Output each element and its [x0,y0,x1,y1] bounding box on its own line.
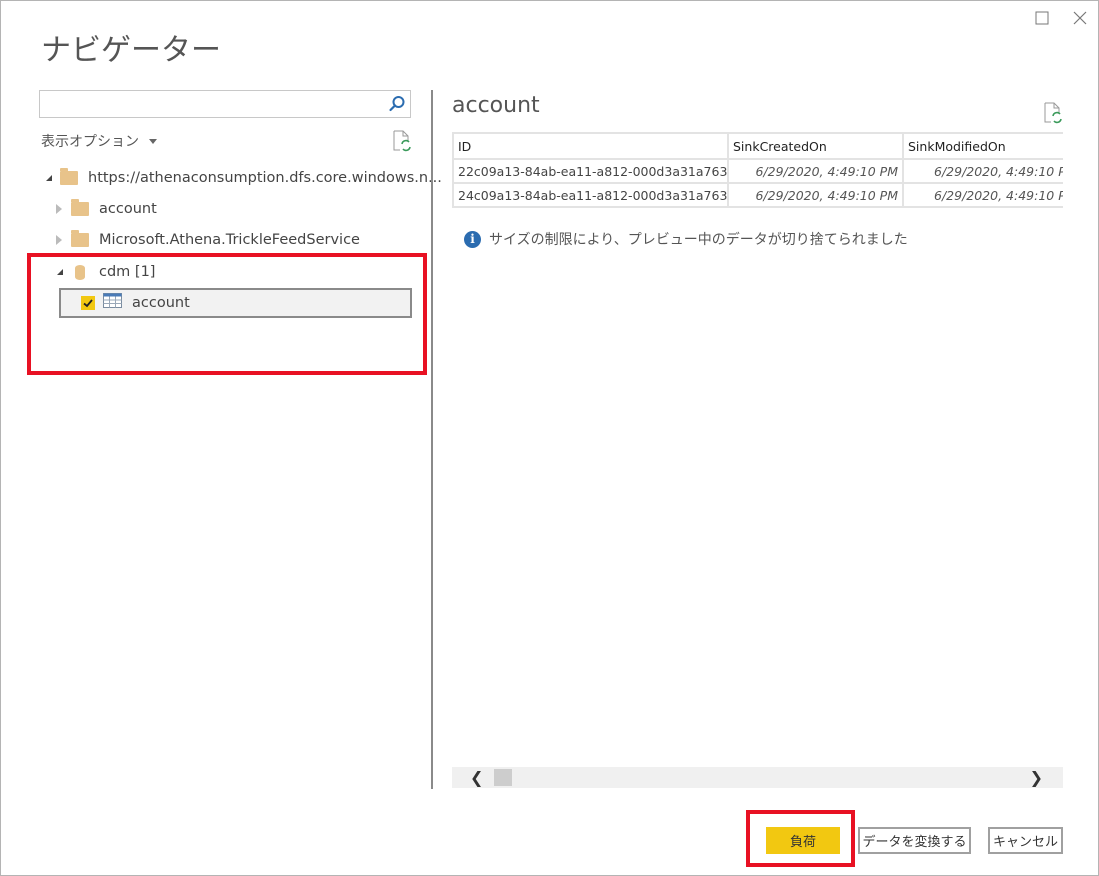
tree-node-label: account [99,201,157,217]
checkmark-icon [83,299,93,308]
cancel-button[interactable]: キャンセル [988,827,1063,854]
cell-sink-created: 6/29/2020, 4:49:10 PM [727,158,904,184]
truncation-notice: i サイズの制限により、プレビュー中のデータが切り捨てられました [464,229,908,249]
refresh-icon [393,130,411,152]
refresh-icon [1044,102,1062,124]
expanded-icon[interactable] [46,175,52,181]
checkbox[interactable] [81,296,95,310]
table-icon [103,293,122,313]
transform-data-button[interactable]: データを変換する [858,827,971,854]
horizontal-scrollbar[interactable]: ❮ ❯ [452,767,1063,788]
load-button[interactable]: 負荷 [766,827,840,854]
preview-grid: ID SinkCreatedOn SinkModifiedOn 22c09a13… [452,132,1063,208]
scroll-right-icon[interactable]: ❯ [1030,768,1043,788]
tree-node-cdm[interactable]: cdm [1] [57,260,155,284]
folder-icon [60,168,78,185]
notice-text: サイズの制限により、プレビュー中のデータが切り捨てられました [489,232,908,248]
cell-sink-modified: 6/29/2020, 4:49:10 PM [902,182,1063,208]
column-header[interactable]: SinkCreatedOn [727,132,904,160]
cell-sink-modified: 6/29/2020, 4:49:10 PM [902,158,1063,184]
maximize-button[interactable] [1031,7,1053,29]
info-icon: i [464,230,481,248]
tree-node-tricklefeed[interactable]: Microsoft.Athena.TrickleFeedService [56,228,360,252]
pane-divider[interactable] [431,90,433,789]
folder-icon [71,199,89,216]
display-options-label: 表示オプション [41,134,139,150]
scroll-left-icon[interactable]: ❮ [470,768,483,788]
search-box[interactable] [39,90,411,118]
preview-title: account [452,93,540,118]
tree-node-label: account [132,295,190,311]
preview-refresh-button[interactable] [1043,102,1063,129]
table-row: 22c09a13-84ab-ea11-a812-000d3a31a763 6/2… [452,158,1063,184]
column-header[interactable]: ID [452,132,729,160]
header-row: ID SinkCreatedOn SinkModifiedOn [452,132,1063,160]
tree-node-root[interactable]: https://athenaconsumption.dfs.core.windo… [46,166,442,190]
maximize-icon [1035,11,1049,25]
search-icon[interactable] [388,95,406,118]
cell-id: 24c09a13-84ab-ea11-a812-000d3a31a763 [452,182,729,208]
table-row: 24c09a13-84ab-ea11-a812-000d3a31a763 6/2… [452,182,1063,208]
column-header[interactable]: SinkModifiedOn [902,132,1063,160]
collapsed-icon[interactable] [56,235,62,245]
dialog-title: ナビゲーター [41,33,221,68]
display-options-dropdown[interactable]: 表示オプション [41,131,157,151]
chevron-down-icon [149,138,157,144]
tree-node-label: https://athenaconsumption.dfs.core.windo… [88,170,442,186]
database-icon [75,264,85,280]
collapsed-icon[interactable] [56,204,62,214]
tree-node-label: cdm [1] [99,264,156,280]
cell-sink-created: 6/29/2020, 4:49:10 PM [727,182,904,208]
navigator-window: ナビゲーター 表示オプション https://athenaconsumption… [0,0,1099,876]
close-button[interactable] [1069,7,1091,29]
close-icon [1073,11,1087,25]
expanded-icon[interactable] [57,269,63,275]
scrollbar-thumb[interactable] [494,769,512,786]
tree-node-account-folder[interactable]: account [56,197,157,221]
cell-id: 22c09a13-84ab-ea11-a812-000d3a31a763 [452,158,729,184]
search-input[interactable] [44,92,388,118]
folder-icon [71,230,89,247]
refresh-button[interactable] [392,130,412,157]
tree-node-account-table[interactable]: account [59,288,412,318]
tree-node-label: Microsoft.Athena.TrickleFeedService [99,232,360,248]
